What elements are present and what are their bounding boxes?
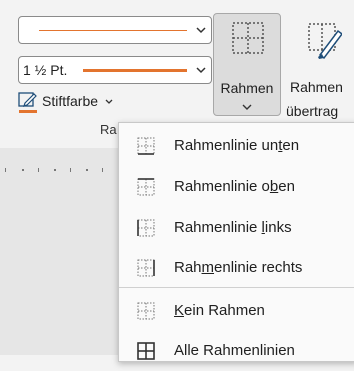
border-painter-icon bbox=[308, 23, 342, 60]
border-top-icon bbox=[137, 178, 155, 196]
menu-item-bottom-border[interactable]: Rahmenlinie unten bbox=[119, 126, 354, 166]
chevron-down-icon bbox=[196, 67, 206, 74]
pen-color-swatch bbox=[19, 110, 37, 113]
menu-item-label: Rahmenlinie rechts bbox=[174, 259, 303, 276]
border-left-icon bbox=[137, 219, 155, 237]
menu-item-all-borders[interactable]: Alle Rahmenlinien bbox=[119, 331, 354, 371]
menu-item-left-border[interactable]: Rahmenlinie links bbox=[119, 208, 354, 248]
borders-icon bbox=[232, 22, 264, 54]
pen-style-combo[interactable] bbox=[18, 16, 212, 44]
pen-color-icon bbox=[18, 92, 37, 107]
border-painter-button[interactable]: Rahmen übertrag bbox=[286, 13, 354, 119]
chevron-down-icon bbox=[105, 99, 113, 104]
menu-item-label: Rahmenlinie oben bbox=[174, 178, 295, 195]
pen-weight-line bbox=[83, 69, 187, 72]
pen-style-line bbox=[39, 30, 187, 31]
menu-item-label: Rahmenlinie unten bbox=[174, 137, 300, 154]
border-bottom-icon bbox=[137, 137, 155, 155]
menu-item-label: Kein Rahmen bbox=[174, 302, 265, 319]
menu-item-right-border[interactable]: Rahmenlinie rechts bbox=[119, 248, 354, 288]
menu-item-label: Alle Rahmenlinien bbox=[174, 342, 295, 359]
menu-item-no-border[interactable]: Kein Rahmen bbox=[119, 291, 354, 331]
all-borders-icon bbox=[137, 342, 155, 360]
pen-color-button[interactable]: Stiftfarbe bbox=[18, 91, 115, 113]
border-painter-label-line2: übertrag bbox=[286, 103, 339, 119]
menu-item-label: Rahmenlinie links bbox=[174, 219, 292, 236]
menu-item-top-border[interactable]: Rahmenlinie oben bbox=[119, 167, 354, 207]
pen-weight-value: 1 ½ Pt. bbox=[23, 62, 68, 78]
borders-menu: Rahmenlinie unten Rahmenlinie oben Rahme… bbox=[118, 122, 354, 362]
group-label: Ra bbox=[100, 122, 117, 137]
border-painter-label-line1: Rahmen bbox=[290, 79, 343, 95]
chevron-down-icon bbox=[196, 27, 206, 34]
chevron-down-icon bbox=[242, 104, 252, 110]
borders-button[interactable]: Rahmen bbox=[213, 13, 281, 116]
pen-weight-combo[interactable]: 1 ½ Pt. bbox=[18, 56, 212, 84]
borders-label: Rahmen bbox=[220, 80, 274, 96]
ruler bbox=[5, 168, 103, 172]
border-right-icon bbox=[137, 259, 155, 277]
no-border-icon bbox=[137, 302, 155, 320]
menu-separator bbox=[119, 287, 354, 288]
pen-color-label: Stiftfarbe bbox=[42, 93, 99, 109]
